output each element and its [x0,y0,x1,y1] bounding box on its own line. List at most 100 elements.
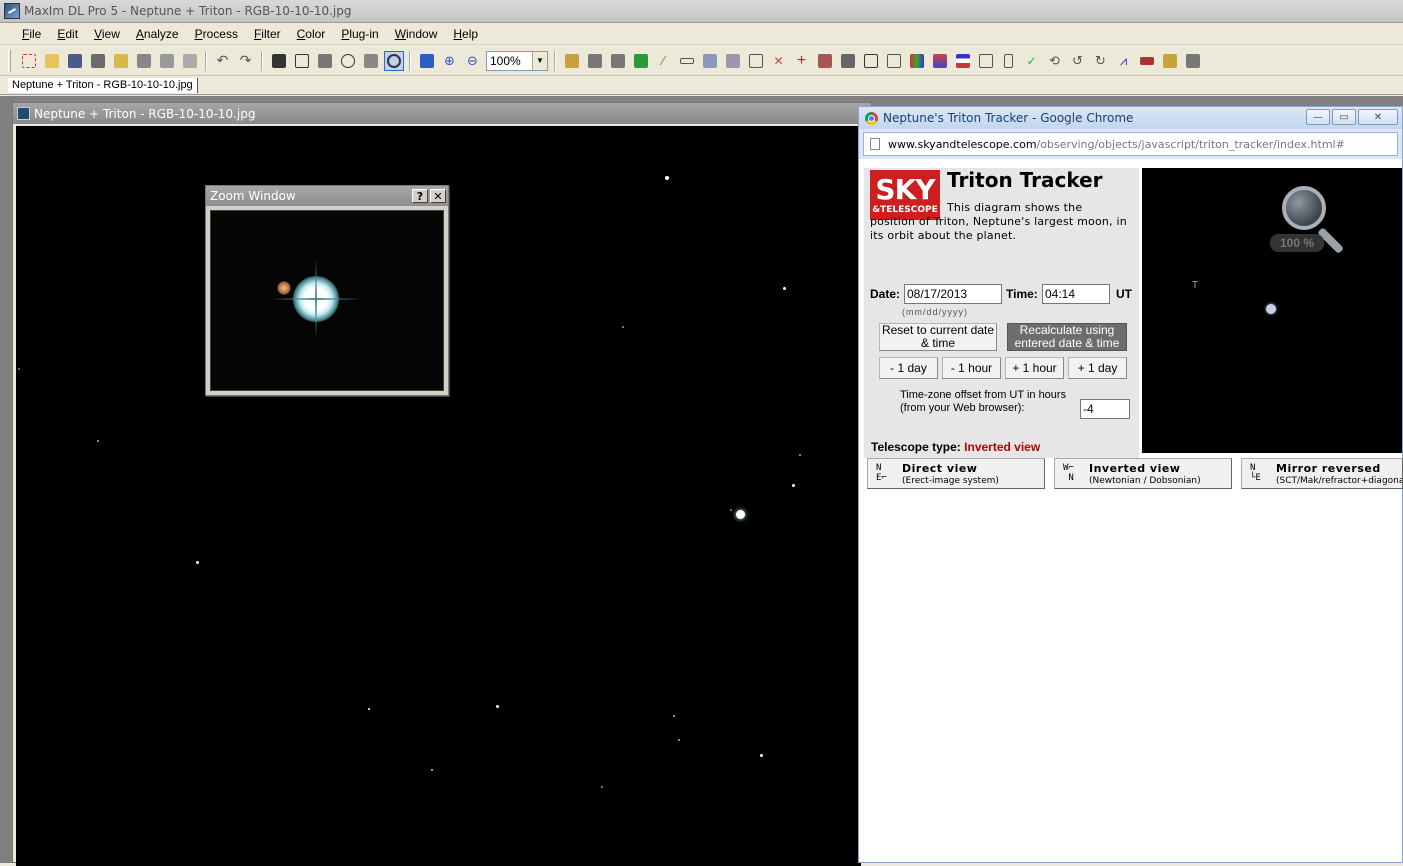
plus-1-hour-button[interactable]: + 1 hour [1005,357,1064,379]
recalculate-button[interactable]: Recalculate using entered date & time [1007,323,1127,351]
image-window-titlebar[interactable]: Neptune + Triton - RGB-10-10-10.jpg [13,103,871,124]
chrome-window[interactable]: Neptune's Triton Tracker - Google Chrome… [858,106,1403,863]
timezone-input[interactable]: -4 [1080,399,1130,419]
add-cross-icon[interactable]: + [792,51,812,71]
star [196,561,199,564]
redo-icon[interactable]: ↷ [236,51,256,71]
plus-1-day-button[interactable]: + 1 day [1068,357,1127,379]
new-icon[interactable] [19,51,39,71]
rotate-left-icon[interactable]: ↺ [1068,51,1088,71]
zoom-window-title: Zoom Window [210,189,296,203]
menu-view[interactable]: View [86,27,128,41]
save-icon[interactable] [65,51,85,71]
export-icon[interactable] [976,51,996,71]
app-titlebar: MaxIm DL Pro 5 - Neptune + Triton - RGB-… [0,0,1403,23]
help-button[interactable]: ? [412,189,428,203]
zoom-window-icon[interactable] [383,50,404,71]
direct-view-button[interactable]: N E⌐ Direct view (Erect-image system) [867,458,1045,489]
minus-1-day-button[interactable]: - 1 day [879,357,938,379]
plugin-icon[interactable] [1183,51,1203,71]
tracker-control-panel: SKY &TELESCOPE Triton Tracker This diagr… [864,168,1139,458]
inverted-view-button[interactable]: W⌐ N Inverted view (Newtonian / Dobsonia… [1054,458,1232,489]
open-recent-icon[interactable] [111,51,131,71]
url-host: www.skyandtelescope.com [888,137,1037,151]
grid-icon[interactable] [631,51,651,71]
ruler-icon[interactable] [677,51,697,71]
screen-stretch-icon[interactable] [269,51,289,71]
star-marker-icon[interactable]: ✕ [769,51,789,71]
copy-docs-icon[interactable] [157,51,177,71]
time-input[interactable]: 04:14 [1042,284,1110,304]
minimize-icon[interactable]: — [1306,109,1330,125]
document-tab[interactable]: Neptune + Triton - RGB-10-10-10.jpg [8,78,198,93]
minus-1-hour-button[interactable]: - 1 hour [942,357,1001,379]
rotate-icon[interactable]: ⟲ [1045,51,1065,71]
crosshair-icon[interactable] [338,51,358,71]
zoom-out-icon[interactable]: ⊖ [463,51,483,71]
triton-tracker-page: SKY &TELESCOPE Triton Tracker This diagr… [859,160,1403,862]
close-icon[interactable]: ✕ [1358,109,1398,125]
mirror-reversed-button[interactable]: N └E Mirror reversed (SCT/Mak/refractor+d… [1241,458,1403,489]
chrome-titlebar[interactable]: Neptune's Triton Tracker - Google Chrome… [859,107,1402,129]
document-tab-bar: Neptune + Triton - RGB-10-10-10.jpg [0,77,1403,95]
camera-icon[interactable] [815,51,835,71]
zoom-level-select[interactable]: 100% ▼ [486,50,548,71]
edit-icon[interactable] [884,51,904,71]
reset-datetime-button[interactable]: Reset to current date & time [879,323,997,351]
zoom-in-icon[interactable]: ⊕ [440,51,460,71]
fit-window-icon[interactable] [417,51,437,71]
date-input[interactable]: 08/17/2013 [904,284,1002,304]
view-name: Inverted view [1089,462,1181,475]
close-icon[interactable]: ✕ [430,189,446,203]
menu-color[interactable]: Color [289,27,334,41]
menu-edit[interactable]: Edit [49,27,86,41]
graph-icon[interactable]: ⩘ [1114,51,1134,71]
stack-icon[interactable] [723,51,743,71]
telescope-icon[interactable] [1137,51,1157,71]
toolbar-separator [261,50,263,71]
compass-icon: W⌐ N [1063,463,1074,483]
save-all-icon[interactable] [88,51,108,71]
batch-icon[interactable] [134,51,154,71]
toolbar-grip[interactable] [8,49,11,72]
align-icon[interactable]: ✓ [1022,51,1042,71]
observatory-icon[interactable] [838,51,858,71]
menu-file[interactable]: File [14,27,49,41]
open-folder-icon[interactable] [42,51,62,71]
palette-icon[interactable] [907,51,927,71]
tile-icon[interactable] [700,51,720,71]
menu-analyze[interactable]: Analyze [128,27,187,41]
information-icon[interactable] [292,51,312,71]
telescope-type: Telescope type: Inverted view [871,440,1040,454]
menu-window[interactable]: Window [387,27,446,41]
settings-icon[interactable] [361,51,381,71]
maximize-icon[interactable]: ▭ [1332,109,1356,125]
next-icon[interactable] [608,51,628,71]
counter-icon[interactable] [861,51,881,71]
zoom-window-titlebar[interactable]: Zoom Window ? ✕ [206,186,448,206]
neptune-marker [1266,304,1276,314]
overlay-icon[interactable] [315,51,335,71]
rotate-right-icon[interactable]: ↻ [1091,51,1111,71]
undo-icon[interactable]: ↶ [213,51,233,71]
device-icon[interactable] [999,51,1019,71]
menu-filter[interactable]: Filter [246,27,289,41]
menu-help[interactable]: Help [445,27,486,41]
filter-wheel-icon[interactable] [1160,51,1180,71]
color-pick-icon[interactable] [562,51,582,71]
properties-icon[interactable] [180,51,200,71]
star [97,440,99,442]
menu-process[interactable]: Process [187,27,246,41]
document-icon[interactable] [746,51,766,71]
chevron-down-icon[interactable]: ▼ [532,51,547,70]
star [730,509,732,511]
line-profile-icon[interactable]: ⁄ [654,51,674,71]
previous-icon[interactable] [585,51,605,71]
menu-plugin[interactable]: Plug-in [333,27,386,41]
zoom-view-image[interactable] [210,210,444,391]
flag-icon[interactable] [953,51,973,71]
address-input[interactable]: www.skyandtelescope.com/observing/object… [863,132,1398,156]
zoom-window[interactable]: Zoom Window ? ✕ [205,185,449,396]
triton-orbit-diagram[interactable]: 100 % T [1142,168,1402,453]
color-balance-icon[interactable] [930,51,950,71]
